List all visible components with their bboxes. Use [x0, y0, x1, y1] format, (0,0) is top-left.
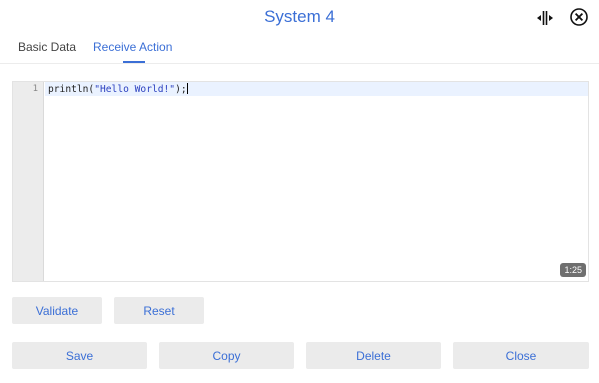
close-button[interactable]: Close	[453, 342, 589, 369]
reset-button[interactable]: Reset	[114, 297, 204, 324]
dialog-title: System 4	[264, 7, 335, 26]
dialog: System 4 Basic Data Receive Action 1 pri…	[0, 0, 599, 383]
code-editor[interactable]: 1 println("Hello World!"); 1:25	[12, 81, 589, 282]
copy-button[interactable]: Copy	[159, 342, 294, 369]
split-resize-icon[interactable]	[535, 8, 555, 28]
validate-button[interactable]: Validate	[12, 297, 102, 324]
delete-button[interactable]: Delete	[306, 342, 441, 369]
dialog-header: System 4	[0, 0, 599, 36]
code-suffix: );	[175, 84, 187, 95]
cursor-position-badge: 1:25	[560, 263, 586, 277]
save-button[interactable]: Save	[12, 342, 147, 369]
code-line[interactable]: println("Hello World!");	[48, 83, 188, 96]
line-number-gutter: 1	[13, 82, 44, 281]
close-icon[interactable]	[569, 7, 589, 27]
active-tab-indicator	[123, 61, 145, 63]
tab-receive-action[interactable]: Receive Action	[93, 40, 172, 54]
code-string: "Hello World!"	[94, 84, 176, 95]
tab-basic-data[interactable]: Basic Data	[18, 40, 76, 54]
line-number: 1	[32, 84, 38, 94]
code-function: println(	[48, 84, 95, 95]
tab-bar: Basic Data Receive Action	[0, 36, 599, 64]
text-caret	[186, 83, 188, 94]
